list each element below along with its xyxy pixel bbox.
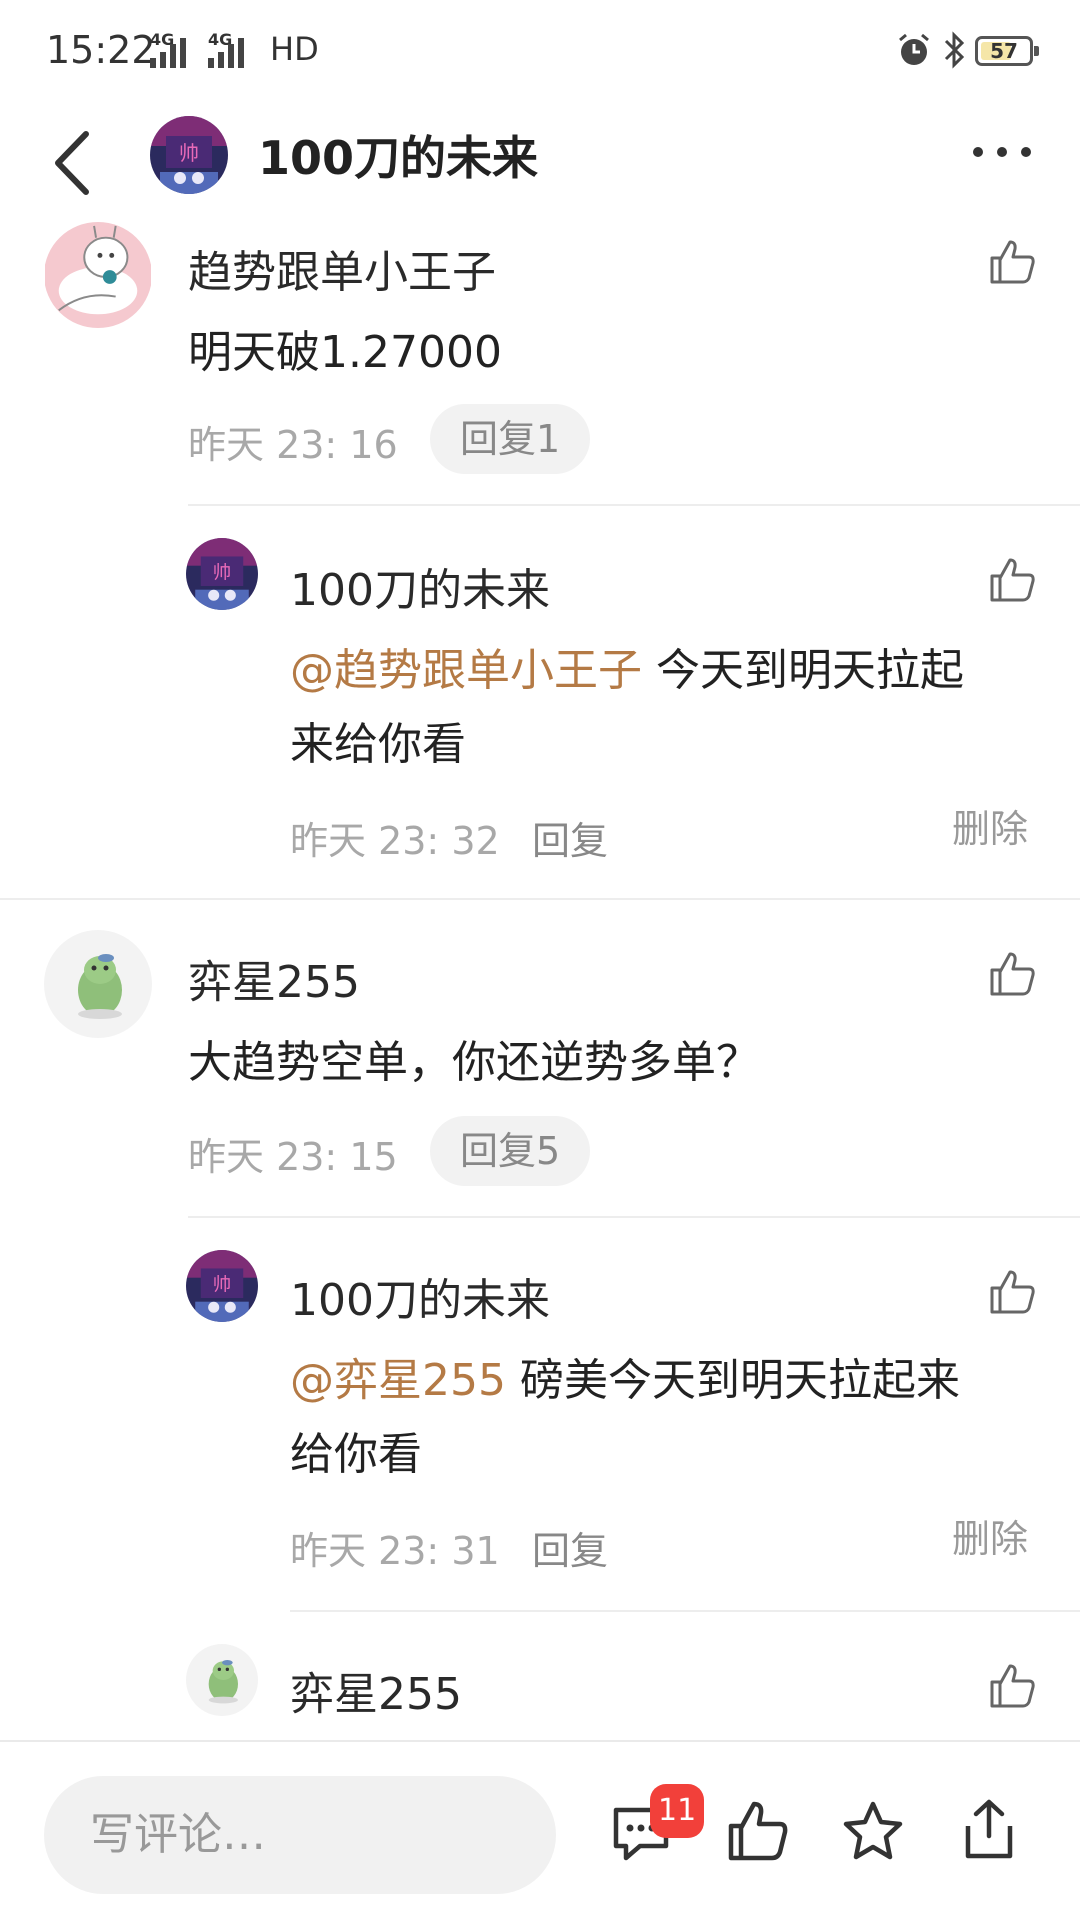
thumbs-up-icon[interactable] [988,238,1036,286]
reply-text: 今天到明天拉起 [642,645,964,696]
comment-text: 明天破1.27000 [188,327,502,378]
alarm-icon [899,33,929,65]
reply-username[interactable]: 100刀的未来 [290,1264,550,1328]
comment-username[interactable]: 弈星255 [188,946,360,1010]
thumbs-up-icon[interactable] [988,1662,1036,1710]
reply-time: 昨天 23: 31 [290,1529,500,1573]
status-time: 15:22 [46,28,156,72]
page-title: 100刀的未来 [258,131,539,185]
comment-time: 昨天 23: 15 [188,1135,398,1179]
reply-button[interactable]: 回复 [532,1520,608,1575]
reply-text: 磅美今天到明天拉起来 [505,1355,960,1406]
battery-icon: 57 [975,36,1039,66]
reply-text-line1: @趋势跟单小王子 今天到明天拉起 [290,634,964,708]
comment-text: 大趋势空单，你还逆势多单？ [188,1037,760,1088]
comment-time: 昨天 23: 16 [188,423,398,467]
thumbs-up-icon[interactable] [726,1800,788,1862]
reply-count-button[interactable]: 回复1 [430,404,591,474]
status-bar: 15:22 4G 4G HD 57 [0,0,1080,100]
divider [290,1610,1080,1612]
bottom-bar: 写评论… 11 [0,1740,1080,1920]
divider [188,1216,1080,1218]
reply-username[interactable]: 100刀的未来 [290,554,550,618]
bluetooth-icon [944,31,965,69]
avatar-100dao[interactable]: 帅 [186,1250,258,1322]
signal-2-icon [208,36,244,68]
avatar-glyph: 帅 [213,563,231,584]
reply-count-button[interactable]: 回复5 [430,1116,591,1186]
avatar-yixing255[interactable] [186,1644,258,1716]
mention-link[interactable]: @弈星255 [290,1355,506,1406]
reply-time: 昨天 23: 32 [290,819,500,863]
comment-count-badge: 11 [650,1784,705,1838]
comment-input[interactable]: 写评论… [44,1776,556,1894]
reply-text-line1: @弈星255 磅美今天到明天拉起来 [290,1344,960,1418]
avatar-yixing255[interactable] [44,930,152,1038]
battery-level: 57 [990,39,1018,63]
delete-button[interactable]: 删除 [952,1508,1028,1563]
star-icon[interactable] [842,1800,904,1862]
avatar-100dao[interactable]: 帅 [186,538,258,610]
comment-username[interactable]: 趋势跟单小王子 [188,236,496,300]
reply-text-line2: 来给你看 [290,719,466,770]
header-avatar[interactable]: 帅 [150,116,228,194]
thumbs-up-icon[interactable] [988,950,1036,998]
hd-indicator: HD [270,30,319,68]
thumbs-up-icon[interactable] [988,1268,1036,1316]
reply-text-line2: 给你看 [290,1429,422,1480]
avatar-glyph: 帅 [213,1275,231,1296]
share-icon[interactable] [958,1798,1020,1860]
delete-button[interactable]: 删除 [952,798,1028,853]
reply-button[interactable]: 回复 [532,810,608,865]
avatar-glyph: 帅 [179,141,199,165]
divider [188,504,1080,506]
avatar-trend-prince[interactable] [44,222,152,328]
more-dots-icon[interactable] [970,140,1034,164]
signal-1-icon [150,36,186,68]
thumbs-up-icon[interactable] [988,556,1036,604]
back-arrow-icon[interactable] [48,128,98,198]
mention-link[interactable]: @趋势跟单小王子 [290,645,642,696]
divider [0,898,1080,900]
reply-username[interactable]: 弈星255 [290,1658,462,1722]
